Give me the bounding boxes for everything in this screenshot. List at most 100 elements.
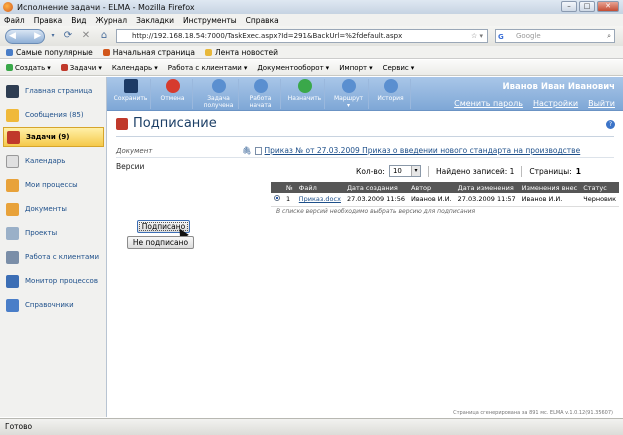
- sidebar-item-messages[interactable]: Сообщения (85): [6, 105, 104, 125]
- assign-button[interactable]: Назначить: [285, 79, 325, 109]
- bookmark-icon: [102, 48, 110, 56]
- maximize-icon[interactable]: □: [579, 1, 595, 12]
- back-icon[interactable]: ◀: [9, 31, 16, 41]
- sidebar-item-home[interactable]: Главная страница: [6, 81, 104, 101]
- sidebar-item-my-processes[interactable]: Мои процессы: [6, 175, 104, 195]
- forward-icon[interactable]: ▶: [34, 31, 41, 41]
- col-file[interactable]: Файл: [295, 182, 344, 193]
- app-header: Сохранить Отмена Задача получена Работа …: [107, 77, 623, 111]
- version-radio[interactable]: [274, 195, 280, 202]
- logout-link[interactable]: Выйти: [588, 99, 615, 108]
- google-icon: G: [498, 33, 504, 41]
- close-icon[interactable]: ✕: [597, 1, 619, 12]
- col-modified-by[interactable]: Изменения внес: [518, 182, 581, 193]
- chevron-down-icon: ▾: [410, 166, 420, 176]
- plus-icon: [6, 64, 13, 71]
- menu-view[interactable]: Вид: [71, 16, 86, 25]
- col-status[interactable]: Статус: [580, 182, 620, 193]
- menu-edit[interactable]: Правка: [34, 16, 63, 25]
- col-author[interactable]: Автор: [407, 182, 455, 193]
- document-icon: [254, 146, 262, 155]
- sidebar-item-process-monitor[interactable]: Монитор процессов: [6, 271, 104, 291]
- pages-value[interactable]: 1: [576, 167, 581, 176]
- divider: [116, 157, 614, 158]
- document-link[interactable]: 🖇 Приказ № от 27.03.2009 Приказ о введен…: [242, 146, 580, 155]
- pages-label: Страницы:: [529, 166, 572, 176]
- work-started-icon: [253, 79, 268, 93]
- help-icon[interactable]: ?: [606, 120, 615, 129]
- col-created[interactable]: Дата создания: [343, 182, 408, 193]
- history-button[interactable]: История: [371, 79, 411, 109]
- pager: Кол-во: 10 ▾ Найдено записей: 1 Страницы:…: [356, 165, 581, 177]
- sidebar-item-documents[interactable]: Документы: [6, 199, 104, 219]
- route-button[interactable]: Маршрут ▾: [329, 79, 369, 109]
- sidebar-item-calendar[interactable]: Календарь: [6, 151, 104, 171]
- col-modified[interactable]: Дата изменения: [454, 182, 519, 193]
- address-bar[interactable]: http://192.168.18.54:7000/TaskExec.aspx?…: [116, 29, 488, 43]
- bookmark-news[interactable]: Лента новостей: [204, 48, 278, 57]
- dropdown-history-icon[interactable]: ▾: [49, 29, 57, 43]
- toolbar-calendar[interactable]: Календарь ▾: [112, 64, 158, 72]
- status-text: Готово: [5, 422, 33, 431]
- bookmark-start[interactable]: Начальная страница: [102, 48, 195, 57]
- toolbar-docflow[interactable]: Документооборот ▾: [257, 64, 329, 72]
- search-icon[interactable]: ⌕: [607, 30, 611, 42]
- sidebar-item-clients[interactable]: Работа с клиентами: [6, 247, 104, 267]
- divider: [116, 136, 614, 137]
- menu-bookmarks[interactable]: Закладки: [136, 16, 174, 25]
- selection-hint: В списке версий необходимо выбрать верси…: [276, 208, 476, 215]
- file-link[interactable]: Приказ.docx: [299, 195, 341, 203]
- menu-file[interactable]: Файл: [4, 16, 25, 25]
- cell-author: Иванов И.И.: [407, 193, 455, 207]
- settings-link[interactable]: Настройки: [533, 99, 578, 108]
- reload-icon[interactable]: ⟳: [61, 29, 75, 43]
- sidebar-item-directories[interactable]: Справочники: [6, 295, 104, 315]
- not-signed-button[interactable]: Не подписано: [127, 236, 194, 249]
- cell-created: 27.03.2009 11:56: [343, 193, 408, 207]
- toolbar-import[interactable]: Импорт ▾: [339, 64, 372, 72]
- rss-icon: [204, 48, 212, 56]
- envelope-icon: [6, 108, 19, 122]
- col-number[interactable]: №: [283, 182, 296, 193]
- minimize-icon[interactable]: –: [561, 1, 577, 12]
- folder-icon: [6, 202, 19, 216]
- firefox-icon: [3, 2, 13, 12]
- document-label: Документ: [116, 147, 153, 155]
- menu-history[interactable]: Журнал: [96, 16, 128, 25]
- bookmark-popular[interactable]: Самые популярные: [6, 48, 93, 57]
- change-password-link[interactable]: Сменить пароль: [454, 99, 523, 108]
- divider: [521, 165, 523, 177]
- toolbar-create[interactable]: Создать ▾: [6, 64, 51, 72]
- menu-tools[interactable]: Инструменты: [183, 16, 237, 25]
- search-box[interactable]: G Google ⌕: [495, 29, 615, 43]
- calendar-icon: [6, 154, 19, 168]
- bookmark-star-icon[interactable]: ☆ ▾: [471, 30, 483, 42]
- browser-menubar: Файл Правка Вид Журнал Закладки Инструме…: [0, 14, 623, 26]
- stop-icon[interactable]: ✕: [79, 29, 93, 43]
- cell-number: 1: [283, 193, 296, 207]
- cell-status: Черновик: [580, 193, 620, 207]
- toolbar-service[interactable]: Сервис ▾: [383, 64, 415, 72]
- save-button[interactable]: Сохранить: [111, 79, 151, 109]
- sign-task-icon: [116, 117, 128, 130]
- menu-help[interactable]: Справка: [246, 16, 279, 25]
- bookmark-icon: [6, 48, 13, 56]
- page-title: Подписание: [116, 116, 217, 131]
- page-footer: Страница сгенерирована за 891 мс. ELMA v…: [453, 410, 613, 416]
- cancel-button[interactable]: Отмена: [153, 79, 193, 109]
- assign-icon: [297, 79, 312, 93]
- home-icon[interactable]: ⌂: [97, 29, 111, 43]
- sidebar-item-tasks[interactable]: Задачи (9): [3, 127, 104, 147]
- work-started-button[interactable]: Работа начата: [241, 79, 281, 109]
- sidebar-item-projects[interactable]: Проекты: [6, 223, 104, 243]
- main-content: Подписание ? Документ 🖇 Приказ № от 27.0…: [108, 112, 623, 417]
- cell-modified-by: Иванов И.И.: [518, 193, 581, 207]
- task-received-icon: [211, 79, 226, 93]
- toolbar-clients[interactable]: Работа с клиентами ▾: [168, 64, 248, 72]
- task-received-button[interactable]: Задача получена: [199, 79, 239, 109]
- book-icon: [6, 298, 19, 312]
- back-forward-buttons[interactable]: ◀ ▶: [5, 28, 45, 44]
- page-size-select[interactable]: 10 ▾: [388, 165, 421, 177]
- table-row[interactable]: 1 Приказ.docx 27.03.2009 11:56 Иванов И.…: [271, 193, 620, 207]
- toolbar-tasks[interactable]: Задачи ▾: [60, 64, 102, 72]
